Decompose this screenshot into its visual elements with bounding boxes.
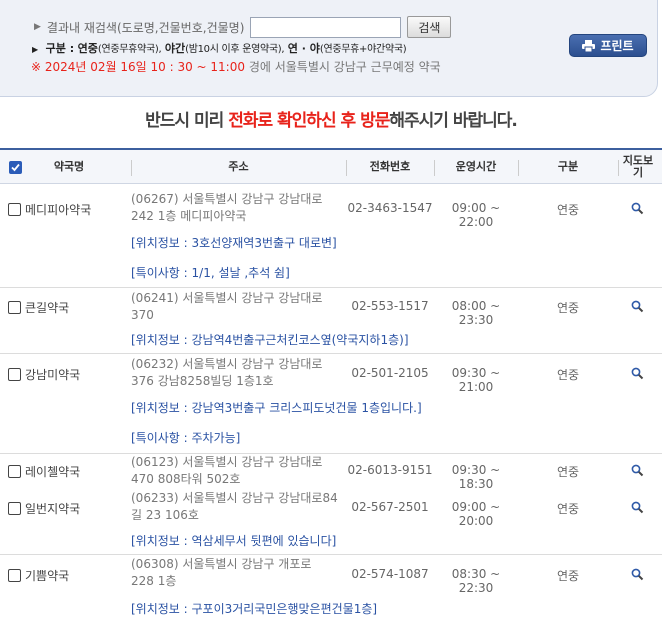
printer-icon bbox=[582, 39, 596, 52]
pharmacy-name[interactable]: 레이첼약국 bbox=[8, 463, 80, 480]
location-info: [위치정보 : 강남역4번출구근처킨코스옆(약국지하1층)] bbox=[131, 333, 409, 347]
address: (06241) 서울특별시 강남구 강남대로 370 bbox=[131, 291, 323, 322]
header-name: 약국명 bbox=[53, 160, 85, 173]
hours: 09:00 ~ 20:00 bbox=[451, 500, 501, 528]
header-phone: 전화번호 bbox=[369, 160, 411, 173]
triangle-icon: ▶ bbox=[34, 22, 41, 32]
phone: 02-501-2105 bbox=[351, 366, 429, 380]
kind: 연중 bbox=[556, 502, 580, 516]
notice-banner: 반드시 미리 전화로 확인하신 후 방문해주시기 바랍니다. bbox=[145, 111, 518, 131]
table-row: 일번지약국 (06233) 서울특별시 강남구 강남대로84 길 23 106호 … bbox=[0, 489, 662, 555]
row-checkbox[interactable] bbox=[8, 502, 21, 515]
hours: 09:30 ~ 18:30 bbox=[451, 463, 501, 491]
address: (06267) 서울특별시 강남구 강남대로 242 1층 메디피아약국 bbox=[131, 192, 323, 223]
magnifier-icon[interactable] bbox=[631, 568, 644, 584]
address: (06308) 서울특별시 강남구 개포로 228 1층 bbox=[131, 557, 312, 588]
search-button[interactable]: 검색 bbox=[407, 16, 452, 38]
hours: 09:30 ~ 21:00 bbox=[451, 366, 501, 394]
special-note: [특이사항 : 1/1, 설날 ,추석 쉼] bbox=[131, 266, 290, 280]
triangle-icon: ▶ bbox=[32, 45, 39, 54]
print-button[interactable]: 프린트 bbox=[569, 34, 647, 57]
row-checkbox[interactable] bbox=[8, 569, 21, 582]
legend: ▶ 구분 : 연중(연중무휴약국), 야간(밤10시 이후 운영약국), 연 ·… bbox=[32, 42, 407, 55]
pharmacy-name[interactable]: 메디피아약국 bbox=[8, 201, 91, 218]
phone: 02-553-1517 bbox=[351, 299, 429, 313]
search-label: 결과내 재검색(도로명,건물번호,건물명) bbox=[46, 20, 245, 35]
header-kind: 구분 bbox=[557, 160, 579, 173]
address: (06123) 서울특별시 강남구 강남대로 470 808타워 502호 bbox=[131, 455, 323, 486]
checkmark-icon bbox=[8, 160, 22, 174]
hours: 08:00 ~ 23:30 bbox=[451, 299, 501, 327]
header-hours: 운영시간 bbox=[455, 160, 497, 173]
hours: 08:30 ~ 22:30 bbox=[451, 567, 501, 595]
magnifier-icon[interactable] bbox=[631, 367, 644, 383]
kind: 연중 bbox=[556, 203, 580, 217]
select-all-checkbox[interactable] bbox=[6, 150, 24, 184]
location-info: [위치정보 : 역삼세무서 뒷편에 있습니다] bbox=[131, 534, 337, 548]
table-row: 메디피아약국 (06267) 서울특별시 강남구 강남대로 242 1층 메디피아… bbox=[0, 184, 662, 288]
pharmacy-name[interactable]: 기쁨약국 bbox=[8, 567, 69, 584]
location-info: [위치정보 : 3호선양재역3번출구 대로변] bbox=[131, 236, 337, 250]
row-checkbox[interactable] bbox=[8, 301, 21, 314]
pharmacy-name[interactable]: 강남미약국 bbox=[8, 366, 80, 383]
table-row: 레이첼약국 (06123) 서울특별시 강남구 강남대로 470 808타워 50… bbox=[0, 454, 662, 491]
row-checkbox[interactable] bbox=[8, 465, 21, 478]
magnifier-icon[interactable] bbox=[631, 202, 644, 218]
kind: 연중 bbox=[556, 301, 580, 315]
phone: 02-6013-9151 bbox=[347, 463, 433, 477]
kind: 연중 bbox=[556, 465, 580, 479]
phone: 02-574-1087 bbox=[351, 567, 429, 581]
search-input[interactable] bbox=[250, 16, 402, 38]
location-info: [위치정보 : 구포이3거리국민은행맞은편건물1층] bbox=[131, 602, 378, 616]
magnifier-icon[interactable] bbox=[631, 501, 644, 517]
pharmacy-name[interactable]: 일번지약국 bbox=[8, 500, 80, 517]
schedule-info: ※ 2024년 02월 16일 10 : 30 ~ 11:00 경에 서울특별시… bbox=[31, 60, 441, 74]
row-checkbox[interactable] bbox=[8, 203, 21, 216]
address: (06232) 서울특별시 강남구 강남대로 376 강남8258빌딩 1층1호 bbox=[131, 357, 323, 388]
address: (06233) 서울특별시 강남구 강남대로84 길 23 106호 bbox=[131, 491, 338, 522]
hours: 09:00 ~ 22:00 bbox=[451, 201, 501, 229]
magnifier-icon[interactable] bbox=[631, 464, 644, 480]
kind: 연중 bbox=[556, 368, 580, 382]
magnifier-icon[interactable] bbox=[631, 300, 644, 316]
table-row: 강남미약국 (06232) 서울특별시 강남구 강남대로 376 강남8258빌딩… bbox=[0, 354, 662, 454]
table-header: 약국명 주소 전화번호 운영시간 구분 지도보기 bbox=[0, 148, 662, 184]
table-row: 기쁨약국 (06308) 서울특별시 강남구 개포로 228 1층 02-574-… bbox=[0, 555, 662, 622]
row-checkbox[interactable] bbox=[8, 368, 21, 381]
pharmacy-name[interactable]: 큰길약국 bbox=[8, 299, 69, 316]
table-row: 큰길약국 (06241) 서울특별시 강남구 강남대로 370 02-553-15… bbox=[0, 288, 662, 354]
special-note: [특이사항 : 주차가능] bbox=[131, 431, 241, 445]
header-map: 지도보기 bbox=[622, 154, 654, 179]
location-info: [위치정보 : 강남역3번출구 크리스피도넛건물 1층입니다.] bbox=[131, 401, 422, 415]
kind: 연중 bbox=[556, 569, 580, 583]
header-address: 주소 bbox=[228, 160, 249, 173]
search-row: ▶ 결과내 재검색(도로명,건물번호,건물명) 검색 bbox=[34, 16, 452, 38]
phone: 02-3463-1547 bbox=[347, 201, 433, 215]
phone: 02-567-2501 bbox=[351, 500, 429, 514]
